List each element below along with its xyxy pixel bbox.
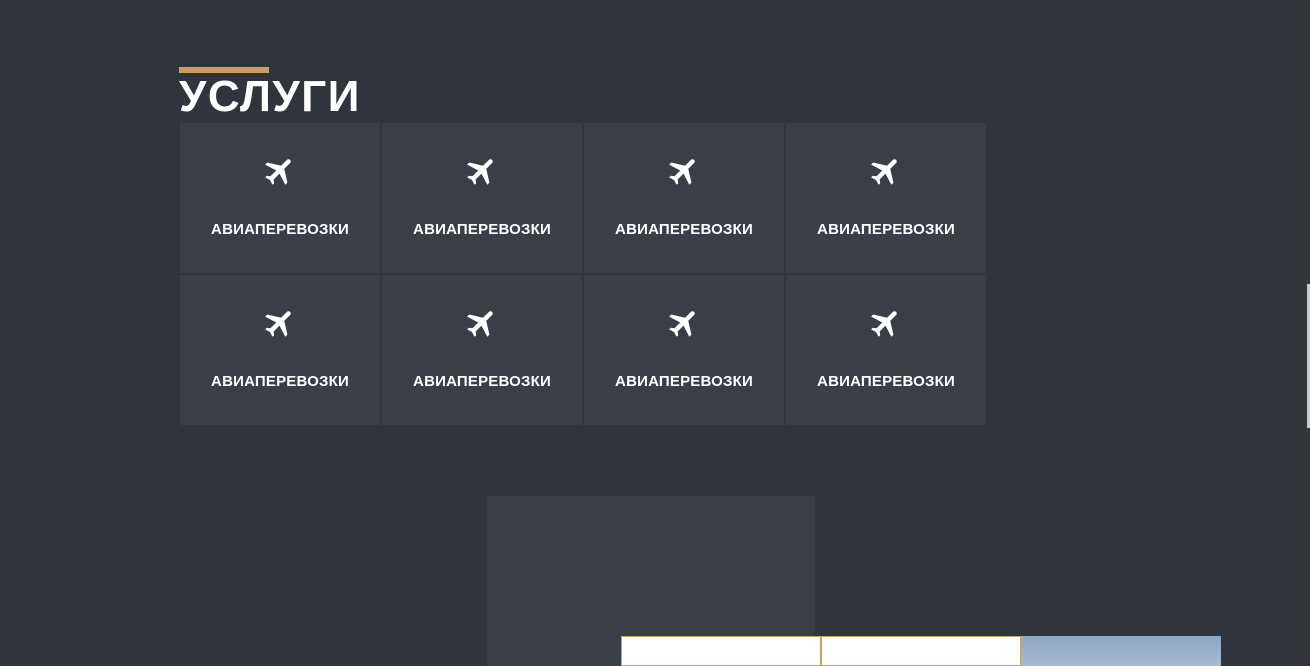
airplane-icon bbox=[262, 305, 298, 341]
airplane-icon bbox=[868, 153, 904, 189]
airplane-icon bbox=[666, 305, 702, 341]
bottom-card[interactable] bbox=[821, 636, 1021, 666]
service-tile[interactable]: АВИАПЕРЕВОЗКИ bbox=[584, 123, 784, 273]
service-label: АВИАПЕРЕВОЗКИ bbox=[615, 373, 753, 390]
service-label: АВИАПЕРЕВОЗКИ bbox=[615, 221, 753, 238]
airplane-icon bbox=[262, 153, 298, 189]
service-label: АВИАПЕРЕВОЗКИ bbox=[413, 221, 551, 238]
bottom-image-card[interactable] bbox=[1021, 636, 1221, 666]
service-tile[interactable]: АВИАПЕРЕВОЗКИ bbox=[786, 275, 986, 425]
service-tile[interactable]: АВИАПЕРЕВОЗКИ bbox=[786, 123, 986, 273]
airplane-icon bbox=[464, 153, 500, 189]
service-label: АВИАПЕРЕВОЗКИ bbox=[211, 221, 349, 238]
bottom-card[interactable] bbox=[621, 636, 821, 666]
service-label: АВИАПЕРЕВОЗКИ bbox=[817, 373, 955, 390]
services-grid: АВИАПЕРЕВОЗКИ АВИАПЕРЕВОЗКИ АВИАПЕРЕВОЗК… bbox=[180, 123, 988, 425]
airplane-icon bbox=[666, 153, 702, 189]
service-tile[interactable]: АВИАПЕРЕВОЗКИ bbox=[382, 123, 582, 273]
service-label: АВИАПЕРЕВОЗКИ bbox=[817, 221, 955, 238]
service-label: АВИАПЕРЕВОЗКИ bbox=[211, 373, 349, 390]
section-title: УСЛУГИ bbox=[179, 72, 361, 121]
airplane-icon bbox=[868, 305, 904, 341]
scrollbar-track[interactable] bbox=[1306, 0, 1310, 652]
service-tile[interactable]: АВИАПЕРЕВОЗКИ bbox=[180, 275, 380, 425]
service-tile[interactable]: АВИАПЕРЕВОЗКИ bbox=[584, 275, 784, 425]
service-tile[interactable]: АВИАПЕРЕВОЗКИ bbox=[180, 123, 380, 273]
service-tile[interactable]: АВИАПЕРЕВОЗКИ bbox=[382, 275, 582, 425]
airplane-icon bbox=[464, 305, 500, 341]
service-label: АВИАПЕРЕВОЗКИ bbox=[413, 373, 551, 390]
